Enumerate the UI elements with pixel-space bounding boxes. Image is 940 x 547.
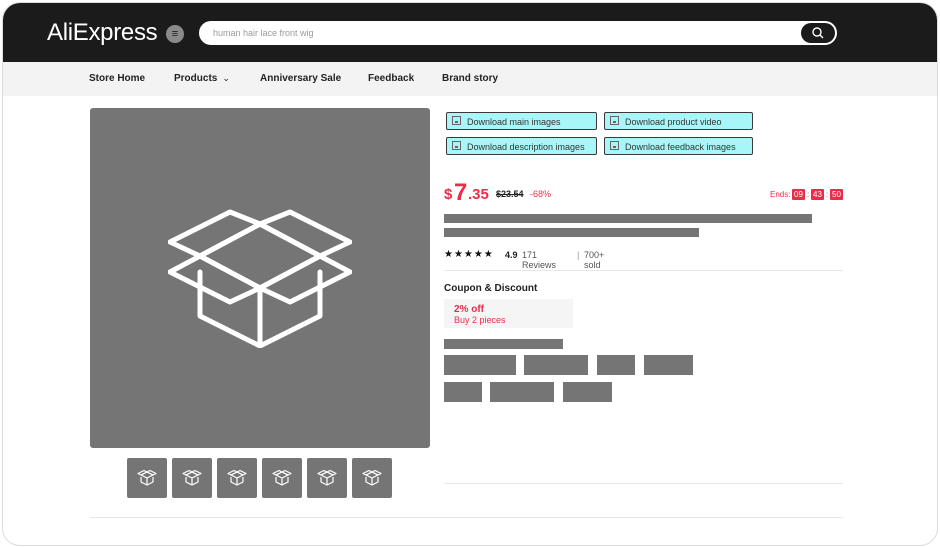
download-product-video-button[interactable]: Download product video xyxy=(604,112,753,130)
nav-brand-story[interactable]: Brand story xyxy=(442,73,498,84)
price-currency: $ xyxy=(444,186,453,203)
open-box-icon xyxy=(182,469,202,486)
open-box-icon xyxy=(227,469,247,486)
thumbnail[interactable] xyxy=(127,458,167,498)
store-nav: Store Home Products ⌄ Anniversary Sale Fe… xyxy=(3,62,937,96)
option-placeholder[interactable] xyxy=(597,355,635,375)
thumbnail[interactable] xyxy=(172,458,212,498)
label-placeholder xyxy=(444,339,563,349)
aliexpress-logo[interactable]: AliExpress xyxy=(47,19,158,47)
divider xyxy=(444,270,843,271)
open-box-icon xyxy=(272,469,292,486)
divider xyxy=(90,517,843,518)
reviews-link[interactable]: 171 Reviews xyxy=(522,250,556,270)
price-integer: 7 xyxy=(454,179,468,206)
thumbnail[interactable] xyxy=(352,458,392,498)
search-input[interactable] xyxy=(213,21,783,45)
divider xyxy=(444,483,843,484)
coupon-condition: Buy 2 pieces xyxy=(454,315,506,325)
thumbnail[interactable] xyxy=(262,458,302,498)
download-feedback-images-button[interactable]: Download feedback images xyxy=(604,137,753,155)
price-cents: .35 xyxy=(468,186,489,203)
countdown-label: Ends: xyxy=(770,190,791,199)
option-placeholder[interactable] xyxy=(524,355,588,375)
chevron-down-icon: ⌄ xyxy=(222,73,230,83)
option-placeholder[interactable] xyxy=(490,382,554,402)
search-bar xyxy=(199,21,837,45)
option-placeholder[interactable] xyxy=(444,355,516,375)
rating-separator: | xyxy=(577,250,580,260)
nav-products-label: Products xyxy=(174,73,218,84)
sold-count: 700+ sold xyxy=(584,250,605,270)
countdown-separator: : xyxy=(826,190,829,199)
title-placeholder-line-2 xyxy=(444,228,699,237)
option-placeholder[interactable] xyxy=(644,355,693,375)
thumbnail[interactable] xyxy=(217,458,257,498)
rating-value: 4.9 xyxy=(505,250,518,260)
open-box-icon xyxy=(168,209,352,348)
discount-badge: -68% xyxy=(530,189,552,199)
top-header: AliExpress ≡ xyxy=(3,3,937,62)
download-description-images-label: Download description images xyxy=(467,142,585,152)
countdown-hours: 09 xyxy=(792,189,805,200)
coupon-title: Coupon & Discount xyxy=(444,283,538,294)
open-box-icon xyxy=(137,469,157,486)
download-product-video-label: Download product video xyxy=(625,117,722,127)
search-button[interactable] xyxy=(801,23,835,43)
thumbnail[interactable] xyxy=(307,458,347,498)
coupon-card[interactable]: 2% off Buy 2 pieces xyxy=(444,299,573,328)
open-box-icon xyxy=(362,469,382,486)
countdown-separator: : xyxy=(807,190,810,199)
download-feedback-images-label: Download feedback images xyxy=(625,142,736,152)
nav-products[interactable]: Products ⌄ xyxy=(174,73,230,84)
option-placeholder[interactable] xyxy=(444,382,482,402)
nav-feedback[interactable]: Feedback xyxy=(368,73,414,84)
original-price: $23.54 xyxy=(496,189,524,199)
image-file-icon xyxy=(610,141,619,150)
nav-store-home[interactable]: Store Home xyxy=(89,73,145,84)
coupon-percent: 2% off xyxy=(454,304,484,315)
download-main-images-button[interactable]: Download main images xyxy=(446,112,597,130)
menu-icon[interactable]: ≡ xyxy=(166,25,184,43)
option-placeholder[interactable] xyxy=(563,382,612,402)
download-description-images-button[interactable]: Download description images xyxy=(446,137,597,155)
nav-anniversary-sale[interactable]: Anniversary Sale xyxy=(260,73,341,84)
countdown-seconds: 50 xyxy=(830,189,843,200)
image-file-icon xyxy=(452,116,461,125)
browser-frame: AliExpress ≡ Store Home Products ⌄ Annive… xyxy=(2,2,938,546)
search-icon xyxy=(812,27,824,39)
main-product-image[interactable] xyxy=(90,108,430,448)
countdown-minutes: 43 xyxy=(811,189,824,200)
title-placeholder-line-1 xyxy=(444,214,812,223)
star-rating-icon: ★★★★★ xyxy=(444,249,494,260)
image-file-icon xyxy=(452,141,461,150)
open-box-icon xyxy=(317,469,337,486)
image-file-icon xyxy=(610,116,619,125)
download-main-images-label: Download main images xyxy=(467,117,561,127)
